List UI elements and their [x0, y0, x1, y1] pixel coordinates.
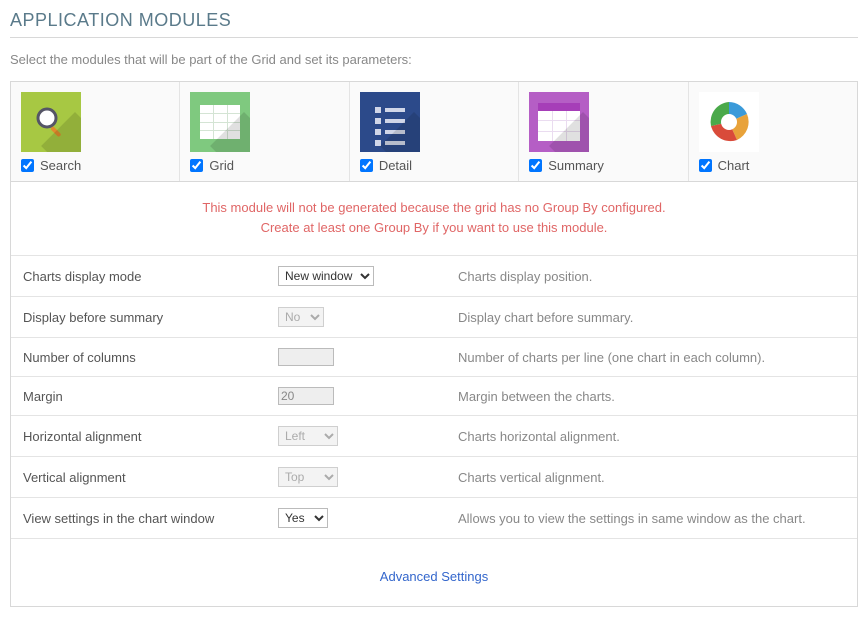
module-grid-checkbox[interactable] — [190, 159, 203, 172]
advanced-settings-link[interactable]: Advanced Settings — [380, 569, 488, 584]
module-summary-label: Summary — [548, 158, 604, 173]
module-cell-detail: Detail — [350, 82, 519, 181]
groupby-warning: This module will not be generated becaus… — [11, 182, 857, 256]
row-number-of-columns: Number of columns Number of charts per l… — [11, 338, 857, 377]
chart-module-icon — [699, 92, 759, 152]
label-number-of-columns: Number of columns — [23, 350, 278, 365]
desc-vertical-alignment: Charts vertical alignment. — [458, 470, 845, 485]
desc-horizontal-alignment: Charts horizontal alignment. — [458, 429, 845, 444]
input-margin[interactable] — [278, 387, 334, 405]
summary-module-icon — [529, 92, 589, 152]
module-search-label: Search — [40, 158, 81, 173]
label-horizontal-alignment: Horizontal alignment — [23, 429, 278, 444]
row-margin: Margin Margin between the charts. — [11, 377, 857, 416]
module-grid-label: Grid — [209, 158, 234, 173]
select-display-before-summary[interactable]: No — [278, 307, 324, 327]
module-chart-toggle[interactable]: Chart — [699, 158, 847, 173]
grid-module-icon — [190, 92, 250, 152]
select-vertical-alignment[interactable]: Top — [278, 467, 338, 487]
module-chart-checkbox[interactable] — [699, 159, 712, 172]
label-margin: Margin — [23, 389, 278, 404]
module-detail-toggle[interactable]: Detail — [360, 158, 508, 173]
module-chart-label: Chart — [718, 158, 750, 173]
module-grid-toggle[interactable]: Grid — [190, 158, 338, 173]
select-horizontal-alignment[interactable]: Left — [278, 426, 338, 446]
label-view-settings: View settings in the chart window — [23, 511, 278, 526]
select-charts-display-mode[interactable]: New window — [278, 266, 374, 286]
desc-margin: Margin between the charts. — [458, 389, 845, 404]
module-search-checkbox[interactable] — [21, 159, 34, 172]
module-detail-checkbox[interactable] — [360, 159, 373, 172]
advanced-settings-row: Advanced Settings — [11, 539, 857, 606]
page-title: APPLICATION MODULES — [10, 10, 858, 38]
module-selector-row: Search Grid — [11, 82, 857, 182]
module-cell-grid: Grid — [180, 82, 349, 181]
instructions-text: Select the modules that will be part of … — [10, 52, 858, 67]
label-vertical-alignment: Vertical alignment — [23, 470, 278, 485]
label-display-before-summary: Display before summary — [23, 310, 278, 325]
desc-number-of-columns: Number of charts per line (one chart in … — [458, 350, 845, 365]
detail-module-icon — [360, 92, 420, 152]
chart-settings-table: Charts display mode New window Charts di… — [11, 256, 857, 606]
select-view-settings[interactable]: Yes — [278, 508, 328, 528]
modules-panel: Search Grid — [10, 81, 858, 607]
desc-charts-display-mode: Charts display position. — [458, 269, 845, 284]
row-charts-display-mode: Charts display mode New window Charts di… — [11, 256, 857, 297]
warning-line-1: This module will not be generated becaus… — [21, 198, 847, 218]
label-charts-display-mode: Charts display mode — [23, 269, 278, 284]
row-display-before-summary: Display before summary No Display chart … — [11, 297, 857, 338]
module-cell-search: Search — [11, 82, 180, 181]
search-module-icon — [21, 92, 81, 152]
warning-line-2: Create at least one Group By if you want… — [21, 218, 847, 238]
module-summary-checkbox[interactable] — [529, 159, 542, 172]
row-vertical-alignment: Vertical alignment Top Charts vertical a… — [11, 457, 857, 498]
row-horizontal-alignment: Horizontal alignment Left Charts horizon… — [11, 416, 857, 457]
module-detail-label: Detail — [379, 158, 412, 173]
module-summary-toggle[interactable]: Summary — [529, 158, 677, 173]
desc-view-settings: Allows you to view the settings in same … — [458, 511, 845, 526]
module-cell-chart: Chart — [689, 82, 857, 181]
input-number-of-columns[interactable] — [278, 348, 334, 366]
desc-display-before-summary: Display chart before summary. — [458, 310, 845, 325]
module-search-toggle[interactable]: Search — [21, 158, 169, 173]
module-cell-summary: Summary — [519, 82, 688, 181]
row-view-settings: View settings in the chart window Yes Al… — [11, 498, 857, 539]
